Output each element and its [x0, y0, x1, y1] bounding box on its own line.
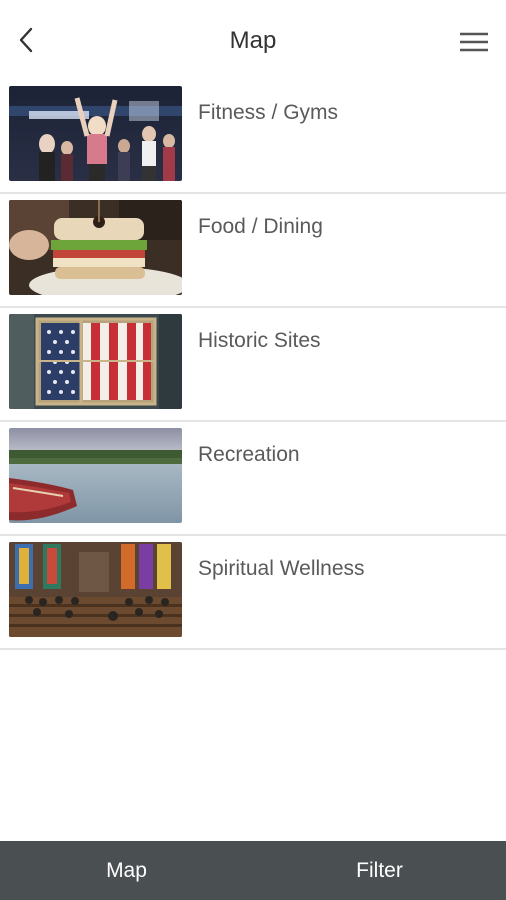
bottom-tab-bar: Map Filter	[0, 841, 506, 900]
church-interior-photo	[9, 542, 182, 637]
list-item-historic-sites[interactable]: Historic Sites	[0, 308, 506, 422]
list-item-spiritual-wellness[interactable]: Spiritual Wellness	[0, 536, 506, 650]
list-item-food-dining[interactable]: Food / Dining	[0, 194, 506, 308]
hamburger-menu-icon	[460, 32, 488, 52]
list-item-label: Spiritual Wellness	[198, 557, 365, 580]
page-title: Map	[229, 27, 277, 54]
list-item-label: Food / Dining	[198, 215, 323, 238]
sandwich-photo	[9, 200, 182, 295]
fitness-gym-photo	[9, 86, 182, 181]
list-item-label: Fitness / Gyms	[198, 101, 339, 124]
category-list: Fitness / Gyms Food / Dining Historic Si…	[0, 80, 506, 650]
list-item-label: Historic Sites	[198, 329, 321, 352]
menu-button[interactable]	[452, 22, 496, 62]
canoe-lake-photo	[9, 428, 182, 523]
app-header: Map	[0, 0, 506, 80]
map-tab-button[interactable]: Map	[0, 841, 253, 900]
filter-tab-button[interactable]: Filter	[253, 841, 506, 900]
list-item-label: Recreation	[198, 443, 300, 466]
american-flag-photo	[9, 314, 182, 409]
list-item-fitness-gyms[interactable]: Fitness / Gyms	[0, 80, 506, 194]
list-item-recreation[interactable]: Recreation	[0, 422, 506, 536]
